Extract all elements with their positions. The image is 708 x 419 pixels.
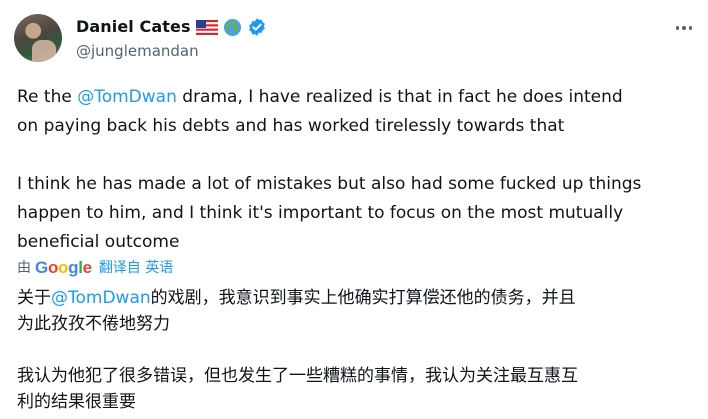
text-fragment: 关于 xyxy=(17,288,51,308)
more-options-icon[interactable] xyxy=(668,17,700,39)
text-fragment: 的戏剧，我意识到事实上他确实打算偿还他的债务，并且 xyxy=(150,288,576,308)
mention-link[interactable]: @TomDwan xyxy=(77,87,177,107)
display-name[interactable]: Daniel Cates xyxy=(76,16,191,38)
translated-line: 利的结果很重要 xyxy=(17,392,136,412)
tweet-line: happen to him, and I think it's importan… xyxy=(17,203,624,223)
translated-line: 关于@TomDwan的戏剧，我意识到事实上他确实打算偿还他的债务，并且 xyxy=(17,285,703,311)
dot xyxy=(675,26,680,30)
translation-bar: 由 Google 翻译自 英语 xyxy=(17,258,173,278)
tweet-line: on paying back his debts and has worked … xyxy=(17,116,565,136)
tweet-line: I think he has made a lot of mistakes bu… xyxy=(17,174,642,194)
text-fragment: Re the xyxy=(17,87,78,107)
translated-line: 我认为他犯了很多错误，但也发生了一些糟糕的事情，我认为关注最互惠互 xyxy=(17,366,578,386)
globe-icon xyxy=(223,18,241,36)
translated-line: 为此孜孜不倦地努力 xyxy=(17,314,170,334)
text-fragment: drama, I have realized is that in fact h… xyxy=(176,87,623,107)
tweet-line: beneficial outcome xyxy=(17,232,180,252)
avatar[interactable] xyxy=(14,14,62,62)
dot xyxy=(688,26,693,30)
verified-badge-icon[interactable] xyxy=(247,17,267,37)
translated-text: 关于@TomDwan的戏剧，我意识到事实上他确实打算偿还他的债务，并且 为此孜孜… xyxy=(17,285,703,415)
user-handle[interactable]: @junglemandan xyxy=(76,41,199,61)
tweet-text: Re the @TomDwan drama, I have realized i… xyxy=(17,83,703,257)
dot xyxy=(682,26,686,30)
mention-link[interactable]: @TomDwan xyxy=(51,288,151,308)
flag-us-icon xyxy=(195,19,218,35)
user-name-row: Daniel Cates xyxy=(76,16,267,38)
translated-from-link[interactable]: 翻译自 英语 xyxy=(99,258,173,278)
tweet-line: Re the @TomDwan drama, I have realized i… xyxy=(17,83,703,112)
translated-by-label: 由 xyxy=(17,260,31,276)
google-logo: Google xyxy=(35,258,92,277)
